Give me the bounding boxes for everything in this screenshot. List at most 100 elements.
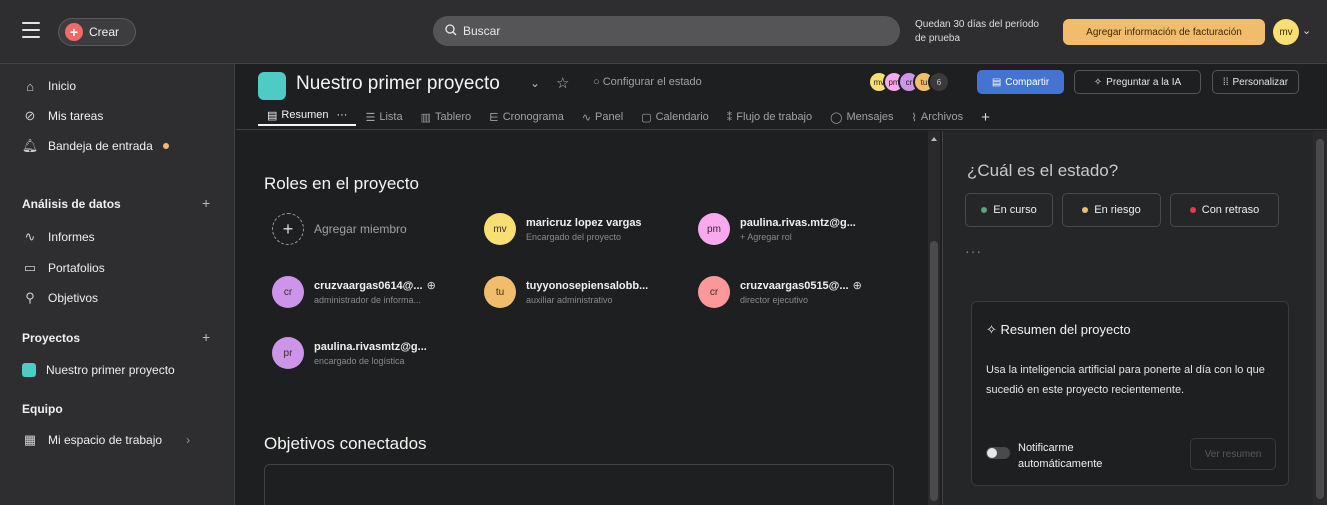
sidebar-item-portfolios[interactable]: ▭ Portafolios (22, 258, 105, 278)
status-dot (1082, 207, 1089, 213)
ask-ai-button[interactable]: ✧ Preguntar a la IA (1074, 70, 1201, 94)
member-card[interactable]: pr paulina.rivasmtz@g... encargado de log… (272, 337, 427, 369)
tab-label: Mensajes (846, 111, 894, 123)
chart-line-icon: ∿ (24, 229, 36, 244)
tab-messages[interactable]: ◯ Mensajes (821, 108, 902, 126)
member-count-badge: 6 (928, 71, 950, 93)
add-project-icon[interactable]: + (202, 329, 210, 345)
sidebar-item-project[interactable]: Nuestro primer proyecto (22, 360, 175, 380)
project-icon[interactable] (258, 72, 286, 100)
view-summary-button[interactable]: Ver resumen (1190, 438, 1276, 470)
member-facepile[interactable]: mv pm cr tu 6 (868, 71, 950, 93)
member-card[interactable]: pm paulina.rivas.mtz@g... + Agregar rol (698, 213, 856, 245)
tab-files[interactable]: ⌇ Archivos (903, 108, 973, 126)
notify-toggle[interactable] (986, 447, 1010, 459)
add-analysis-icon[interactable]: + (202, 195, 210, 211)
create-label: Crear (89, 25, 120, 39)
avatar: tu (484, 276, 516, 308)
globe-icon: ⊕ (426, 280, 436, 292)
scroll-thumb[interactable] (1316, 139, 1324, 499)
sidebar-item-reports[interactable]: ∿ Informes (22, 227, 95, 247)
search-placeholder: Buscar (463, 24, 501, 38)
tab-label: Tablero (435, 111, 472, 123)
scroll-thumb[interactable] (930, 241, 938, 501)
tab-summary[interactable]: ▤ Resumen ··· (258, 108, 357, 126)
member-card[interactable]: cr cruzvaargas0614@... ⊕ administrador de … (272, 276, 436, 308)
status-on-track-button[interactable]: En curso (965, 193, 1053, 227)
sidebar-item-label: Inicio (48, 79, 77, 93)
add-member-label: Agregar miembro (314, 222, 407, 236)
list-icon: ☰ (365, 111, 376, 124)
avatar: cr (272, 276, 304, 308)
tab-board[interactable]: ▥ Tablero (412, 108, 480, 126)
tab-timeline[interactable]: ⋿ Cronograma (480, 108, 573, 126)
project-title[interactable]: Nuestro primer proyecto (296, 73, 500, 95)
dashboard-icon: ∿ (581, 111, 592, 124)
status-at-risk-button[interactable]: En riesgo (1062, 193, 1161, 227)
member-card[interactable]: cr cruzvaargas0515@... ⊕ director ejecutiv… (698, 276, 862, 308)
connected-goals-heading: Objetivos conectados (264, 434, 427, 453)
tab-label: Resumen (281, 109, 329, 121)
calendar-icon: ▢ (641, 111, 652, 124)
status-panel: ¿Cuál es el estado? En curso En riesgo C… (942, 131, 1313, 505)
add-tab-icon[interactable]: + (972, 108, 999, 126)
hamburger-menu-icon[interactable] (22, 22, 40, 38)
configure-status-button[interactable]: ○ Configurar el estado (593, 76, 702, 88)
sidebar-item-inbox[interactable]: 🔔︎ Bandeja de entrada (22, 136, 169, 156)
tab-label: Panel (595, 111, 624, 123)
project-summary-card: ✧ Resumen del proyecto Usa la inteligenc… (971, 301, 1289, 486)
member-card[interactable]: tu tuyyonosepiensalobb... auxiliar admini… (484, 276, 648, 308)
user-avatar[interactable]: mv (1273, 19, 1299, 45)
sparkle-icon: ✧ (1093, 76, 1103, 88)
sidebar-item-label: Mi espacio de trabajo (48, 433, 163, 447)
share-button[interactable]: ▤ Compartir (977, 70, 1064, 94)
sidebar-item-label: Bandeja de entrada (48, 139, 153, 153)
paperclip-icon: ⌇ (911, 111, 917, 124)
tab-list[interactable]: ☰ Lista (356, 108, 411, 126)
panel-scrollbar[interactable] (1313, 131, 1327, 505)
section-header-analysis: Análisis de datos (22, 197, 121, 211)
member-role: director ejecutivo (740, 295, 809, 305)
sidebar: ⌂ Inicio ⊘ Mis tareas 🔔︎ Bandeja de entr… (0, 64, 235, 505)
sidebar-item-label: Nuestro primer proyecto (46, 363, 175, 377)
chevron-down-icon[interactable]: ⌄ (1302, 24, 1311, 37)
section-header-team: Equipo (22, 402, 63, 416)
workflow-icon: ⁑ (726, 111, 733, 124)
customize-label: Personalizar (1232, 76, 1289, 88)
customize-icon: ⁞⁞ (1222, 76, 1229, 88)
member-card[interactable]: mv maricruz lopez vargas Encargado del pr… (484, 213, 642, 245)
more-icon[interactable]: ··· (336, 109, 347, 121)
tab-calendar[interactable]: ▢ Calendario (632, 108, 718, 126)
avatar: cr (698, 276, 730, 308)
status-dot (981, 207, 988, 213)
tab-workflow[interactable]: ⁑ Flujo de trabajo (718, 108, 821, 126)
project-color-icon (22, 363, 36, 377)
globe-icon: ⊕ (852, 280, 862, 292)
search-input[interactable]: Buscar (433, 16, 900, 46)
roles-heading: Roles en el proyecto (264, 174, 419, 193)
top-bar: + Crear Buscar Quedan 30 días del períod… (0, 0, 1327, 64)
scroll-up-icon[interactable] (931, 137, 937, 141)
customize-button[interactable]: ⁞⁞ Personalizar (1212, 70, 1299, 94)
sidebar-item-my-tasks[interactable]: ⊘ Mis tareas (22, 106, 104, 126)
member-role: administrador de informa... (314, 295, 422, 305)
tab-label: Calendario (655, 111, 709, 123)
sidebar-item-home[interactable]: ⌂ Inicio (22, 76, 76, 96)
member-role: Encargado del proyecto (526, 231, 622, 242)
lock-icon: ▤ (991, 76, 1002, 88)
sidebar-item-workspace[interactable]: ▦ Mi espacio de trabajo › (22, 430, 190, 450)
create-button[interactable]: + Crear (58, 18, 136, 46)
tab-dashboard[interactable]: ∿ Panel (573, 108, 632, 126)
status-dot (1189, 207, 1196, 213)
more-options-icon[interactable]: ··· (965, 243, 982, 259)
summary-title: ✧ Resumen del proyecto (986, 322, 1131, 338)
star-icon[interactable]: ☆ (556, 74, 569, 92)
add-member-button[interactable]: + Agregar miembro (272, 213, 407, 245)
avatar: pr (272, 337, 304, 369)
add-billing-button[interactable]: Agregar información de facturación (1063, 19, 1265, 45)
board-icon: ▥ (420, 111, 432, 124)
chevron-down-icon[interactable]: ⌄ (530, 76, 540, 90)
sidebar-item-goals[interactable]: ⚲ Objetivos (22, 288, 98, 308)
status-off-track-button[interactable]: Con retraso (1170, 193, 1279, 227)
main-scrollbar[interactable] (928, 131, 940, 505)
